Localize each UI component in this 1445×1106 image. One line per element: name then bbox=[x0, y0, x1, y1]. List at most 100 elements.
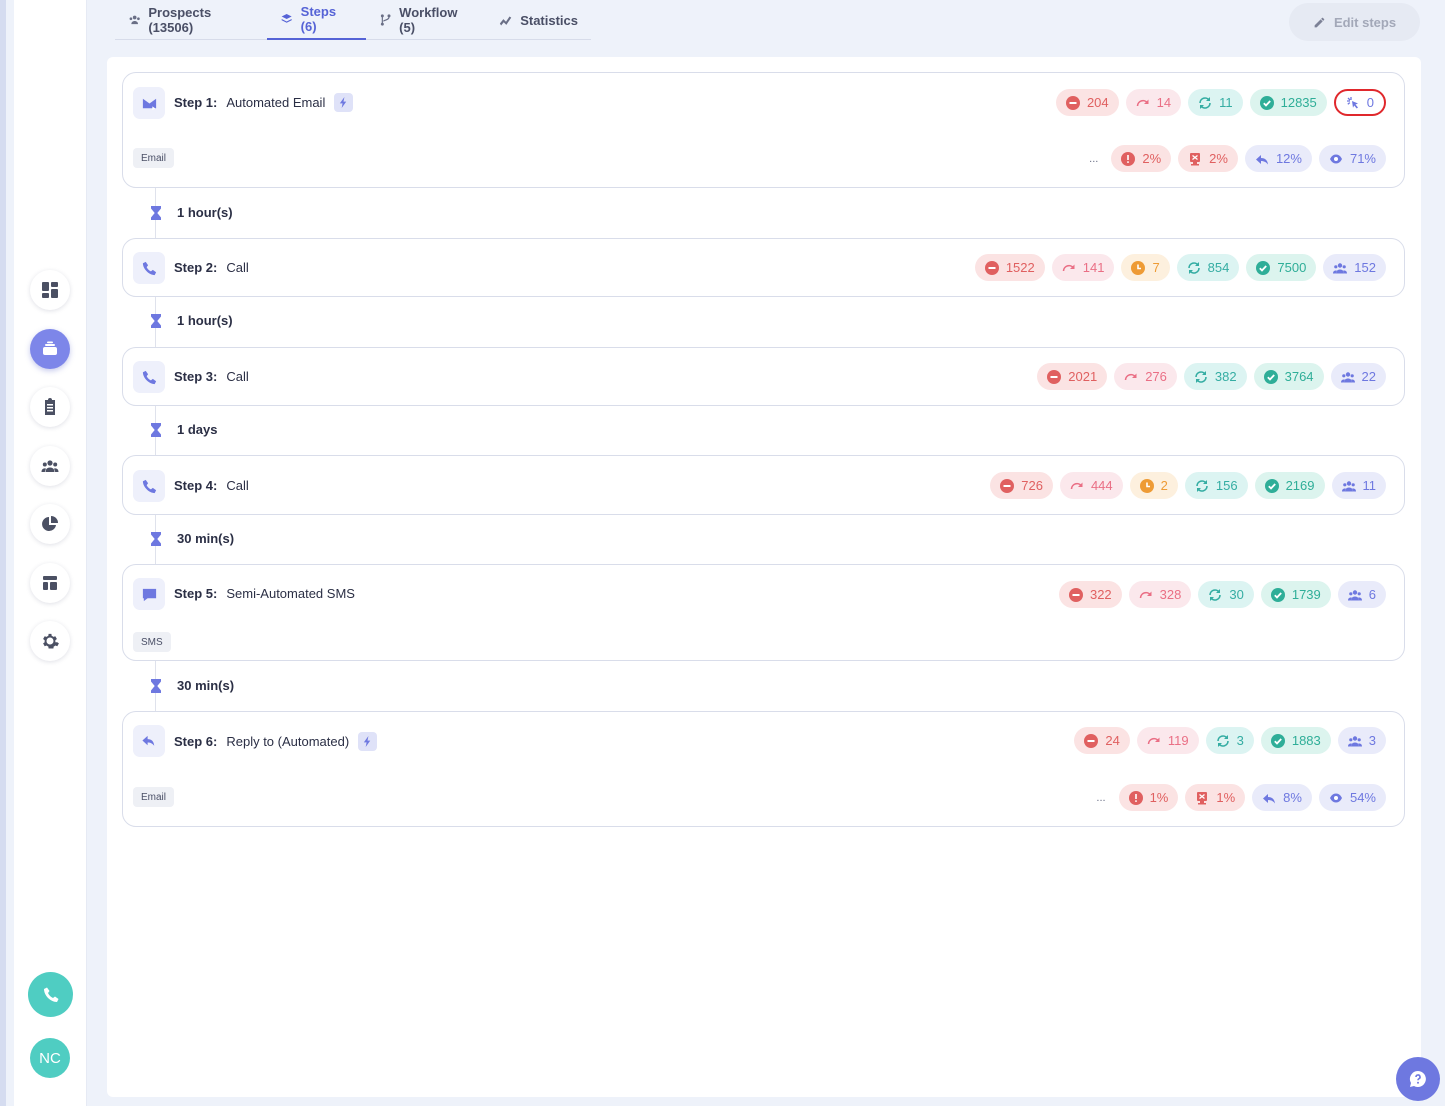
stat-skipped[interactable]: 141 bbox=[1051, 254, 1115, 281]
stat-in-progress[interactable]: 11 bbox=[1188, 89, 1243, 116]
step-card[interactable]: Step 2: Call 1522 141 7 854 7500 152 bbox=[122, 238, 1405, 297]
delay-row: 30 min(s) bbox=[150, 531, 234, 546]
redo-arrow-icon bbox=[1124, 373, 1137, 380]
step-label: Step 3: bbox=[174, 369, 218, 384]
users-icon bbox=[1347, 735, 1362, 746]
stat-bounce-rate[interactable]: 1% bbox=[1118, 784, 1179, 811]
alert-circle-icon bbox=[1121, 151, 1136, 166]
click-icon bbox=[1346, 96, 1358, 108]
stat-in-progress[interactable]: 156 bbox=[1184, 472, 1248, 499]
refresh-icon bbox=[1209, 588, 1222, 601]
step-label: Step 2: bbox=[174, 260, 218, 275]
redo-arrow-icon bbox=[1139, 591, 1152, 598]
stat-in-progress[interactable]: 3 bbox=[1205, 727, 1254, 754]
stat-skipped[interactable]: 444 bbox=[1059, 472, 1123, 499]
users-icon bbox=[1341, 480, 1356, 491]
phone-icon bbox=[133, 252, 165, 284]
stat-failed[interactable]: 2021 bbox=[1037, 363, 1108, 390]
hourglass-icon bbox=[151, 678, 161, 693]
edit-steps-button[interactable]: Edit steps bbox=[1289, 3, 1420, 41]
step-card[interactable]: Step 5: Semi-Automated SMS 322 328 30 17… bbox=[122, 564, 1405, 661]
step-label: Step 4: bbox=[174, 478, 218, 493]
step-name: Automated Email bbox=[226, 95, 326, 110]
step-card[interactable]: Step 6: Reply to (Automated) 24 119 3 18… bbox=[122, 711, 1405, 827]
stat-reply-rate[interactable]: 8% bbox=[1252, 784, 1312, 811]
stat-completed[interactable]: 1883 bbox=[1260, 727, 1331, 754]
users-icon bbox=[129, 15, 140, 25]
call-button[interactable] bbox=[28, 972, 73, 1017]
stat-prospects[interactable]: 11 bbox=[1331, 472, 1386, 499]
stat-unsubscribe-rate[interactable]: 2% bbox=[1178, 145, 1238, 172]
stat-prospects[interactable]: 3 bbox=[1337, 727, 1386, 754]
stat-skipped[interactable]: 276 bbox=[1114, 363, 1177, 390]
redo-arrow-icon bbox=[1070, 482, 1083, 489]
tab-workflow[interactable]: Workflow (5) bbox=[366, 0, 486, 40]
stat-reply-rate[interactable]: 12% bbox=[1244, 145, 1312, 172]
step-name: Call bbox=[226, 478, 249, 493]
stat-completed[interactable]: 12835 bbox=[1249, 89, 1327, 116]
stat-prospects[interactable]: 22 bbox=[1330, 363, 1386, 390]
channel-tag: Email bbox=[133, 787, 175, 807]
step-card[interactable]: Step 3: Call 2021 276 382 3764 22 bbox=[122, 347, 1405, 406]
sidebar: NC bbox=[14, 0, 87, 1106]
stat-failed[interactable]: 24 bbox=[1074, 727, 1130, 754]
stat-completed[interactable]: 3764 bbox=[1253, 363, 1324, 390]
stat-failed[interactable]: 1522 bbox=[974, 254, 1045, 281]
tab-statistics[interactable]: Statistics bbox=[486, 0, 591, 40]
step-card[interactable]: Step 4: Call 726 444 2 156 2169 11 bbox=[122, 455, 1405, 515]
tab-prospects[interactable]: Prospects (13506) bbox=[115, 0, 267, 40]
step-label: Step 1: bbox=[174, 95, 218, 110]
minus-circle-icon bbox=[1068, 587, 1083, 602]
stat-completed[interactable]: 1739 bbox=[1260, 581, 1331, 608]
sequences-icon[interactable] bbox=[30, 329, 70, 369]
stat-skipped[interactable]: 119 bbox=[1136, 727, 1199, 754]
stat-skipped[interactable]: 328 bbox=[1128, 581, 1192, 608]
stat-scheduled[interactable]: 7 bbox=[1121, 254, 1170, 281]
users-icon bbox=[1333, 262, 1348, 273]
window-edge bbox=[0, 0, 6, 1106]
stat-failed[interactable]: 204 bbox=[1055, 89, 1119, 116]
check-circle-icon bbox=[1270, 733, 1285, 748]
stat-failed[interactable]: 726 bbox=[990, 472, 1053, 499]
stat-skipped[interactable]: 14 bbox=[1125, 89, 1182, 116]
stat-clicked[interactable]: 0 bbox=[1333, 89, 1386, 116]
help-icon bbox=[1409, 1070, 1426, 1087]
tasks-icon[interactable] bbox=[30, 387, 70, 427]
redo-arrow-icon bbox=[1062, 264, 1075, 271]
stat-open-rate[interactable]: 54% bbox=[1318, 784, 1386, 811]
stat-in-progress[interactable]: 382 bbox=[1183, 363, 1247, 390]
stat-completed[interactable]: 2169 bbox=[1254, 472, 1325, 499]
stat-prospects[interactable]: 152 bbox=[1323, 254, 1386, 281]
reply-automated-icon bbox=[133, 725, 165, 757]
layers-icon bbox=[282, 14, 292, 23]
reply-icon bbox=[1263, 793, 1276, 803]
dashboard-icon[interactable] bbox=[30, 270, 70, 310]
tab-steps[interactable]: Steps (6) bbox=[267, 0, 366, 40]
settings-icon[interactable] bbox=[30, 621, 70, 661]
tab-bar: Prospects (13506) Steps (6) Workflow (5)… bbox=[115, 0, 591, 40]
phone-icon bbox=[133, 470, 165, 502]
minus-circle-icon bbox=[1000, 478, 1015, 493]
stat-bounce-rate[interactable]: 2% bbox=[1111, 145, 1172, 172]
refresh-icon bbox=[1187, 261, 1200, 274]
reports-icon[interactable] bbox=[30, 504, 70, 544]
contacts-icon[interactable] bbox=[30, 446, 70, 486]
stat-scheduled[interactable]: 2 bbox=[1129, 472, 1178, 499]
channel-tag: Email bbox=[133, 148, 175, 168]
stat-in-progress[interactable]: 30 bbox=[1198, 581, 1254, 608]
stat-failed[interactable]: 322 bbox=[1058, 581, 1122, 608]
stat-prospects[interactable]: 6 bbox=[1337, 581, 1386, 608]
step-name: Call bbox=[226, 369, 249, 384]
check-circle-icon bbox=[1263, 369, 1278, 384]
stat-open-rate[interactable]: 71% bbox=[1318, 145, 1386, 172]
stat-unsubscribe-rate[interactable]: 1% bbox=[1185, 784, 1246, 811]
reply-icon bbox=[1255, 154, 1268, 164]
help-chat-button[interactable] bbox=[1396, 1057, 1440, 1101]
stat-in-progress[interactable]: 854 bbox=[1176, 254, 1240, 281]
templates-icon[interactable] bbox=[30, 563, 70, 603]
hourglass-icon bbox=[151, 422, 161, 437]
automated-icon bbox=[358, 732, 378, 751]
step-card[interactable]: Step 1: Automated Email 204 14 11 12835 … bbox=[122, 72, 1405, 188]
stat-completed[interactable]: 7500 bbox=[1246, 254, 1317, 281]
avatar[interactable]: NC bbox=[30, 1038, 70, 1078]
